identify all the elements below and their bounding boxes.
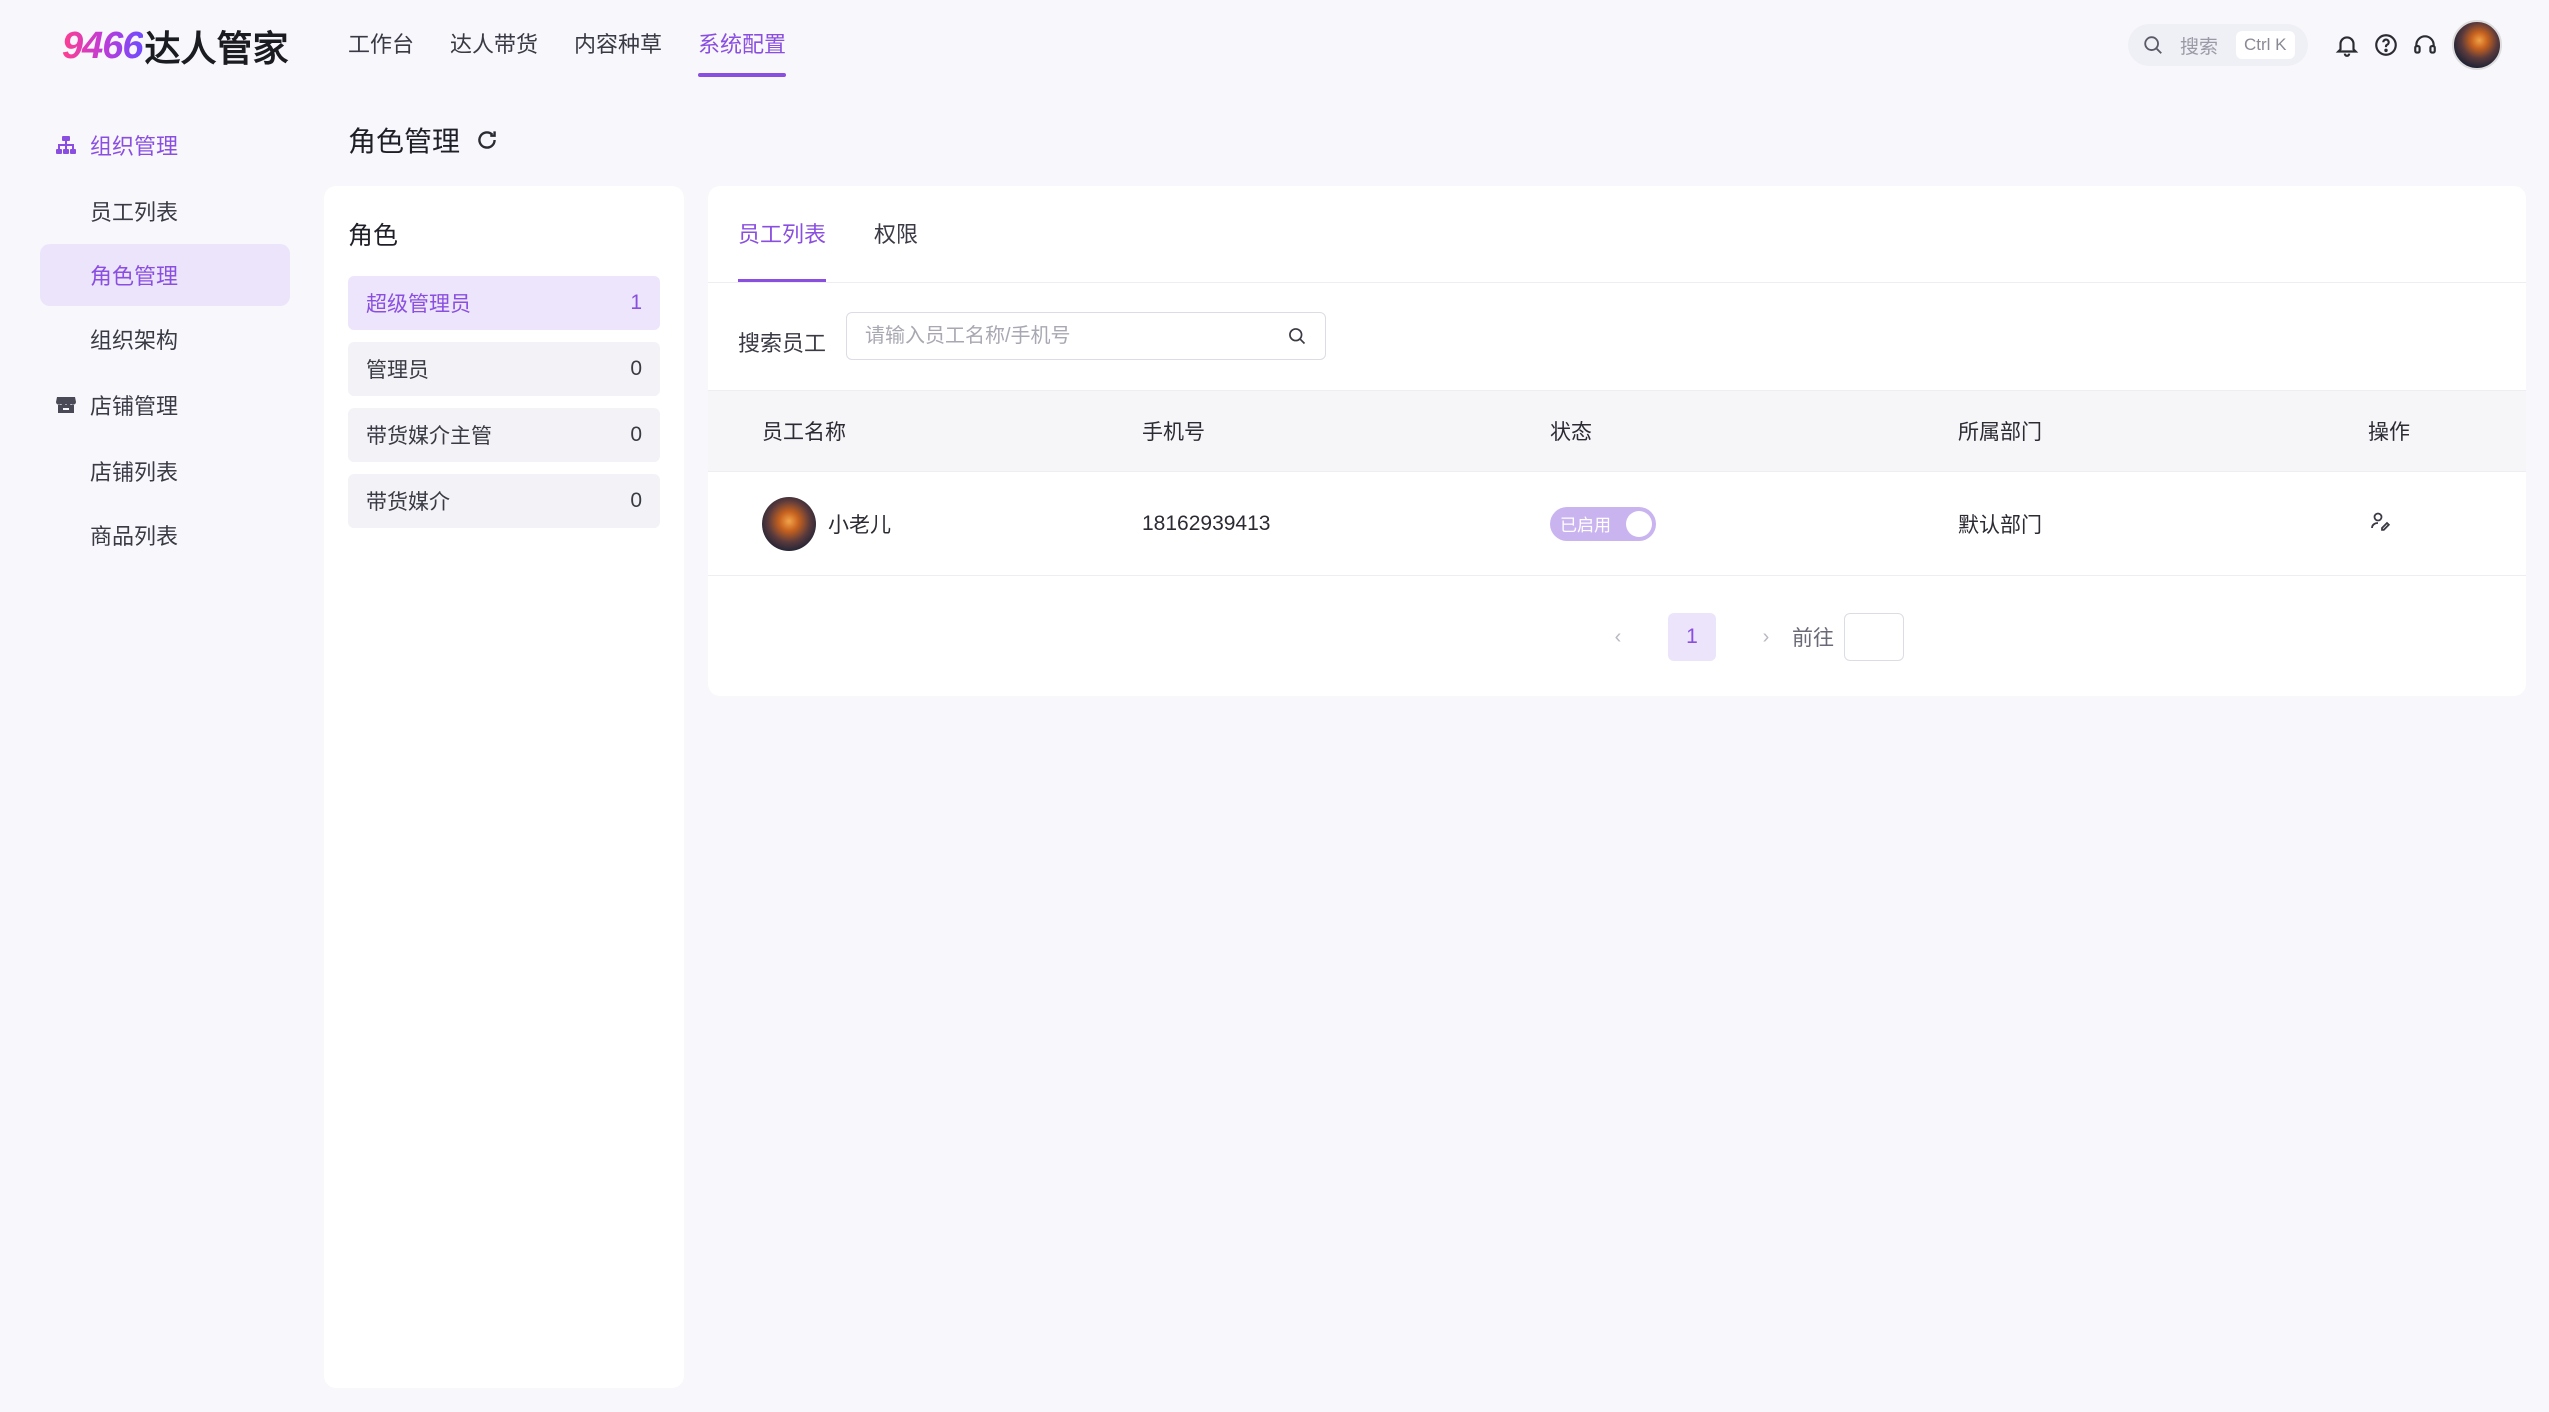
status-toggle-label: 已启用: [1560, 516, 1611, 535]
role-name: 带货媒介: [366, 491, 450, 514]
app-logo[interactable]: 9466 达人管家: [62, 22, 289, 70]
bell-icon[interactable]: [2334, 32, 2360, 58]
employee-cell: 小老儿: [762, 496, 891, 551]
nav-item-workbench[interactable]: 工作台: [348, 0, 414, 92]
role-name: 管理员: [366, 359, 429, 382]
column-header-department: 所属部门: [1958, 421, 2042, 444]
tabs: 员工列表 权限: [738, 186, 966, 282]
role-item-super-admin[interactable]: 超级管理员 1: [348, 276, 660, 330]
nav-item-content-seeding[interactable]: 内容种草: [574, 0, 662, 92]
actions-cell: [2368, 509, 2392, 539]
sidebar-group-label: 店铺管理: [90, 394, 179, 419]
sidebar-item-employee-list[interactable]: 员工列表: [40, 180, 290, 242]
sidebar: 组织管理 员工列表 角色管理 组织架构 店铺管理 店铺列表 商品列表: [40, 112, 290, 568]
sidebar-group-org[interactable]: 组织管理: [40, 112, 290, 178]
role-item-admin[interactable]: 管理员 0: [348, 342, 660, 396]
goto-label: 前往: [1792, 627, 1834, 650]
sidebar-item-role-management[interactable]: 角色管理: [40, 244, 290, 306]
user-avatar[interactable]: [2452, 20, 2502, 70]
page-title-text: 角色管理: [348, 126, 461, 157]
top-nav: 工作台 达人带货 内容种草 系统配置: [348, 0, 822, 92]
page-title: 角色管理: [348, 118, 500, 162]
role-count: 1: [630, 291, 642, 314]
role-count: 0: [630, 489, 642, 512]
column-header-actions: 操作: [2368, 421, 2410, 444]
logo-text: 达人管家: [144, 28, 289, 69]
role-count: 0: [630, 357, 642, 380]
refresh-icon[interactable]: [474, 127, 500, 153]
role-name: 超级管理员: [366, 293, 471, 316]
search-employee-box: [846, 312, 1326, 360]
employee-department: 默认部门: [1958, 513, 2042, 537]
roles-panel: 角色 超级管理员 1 管理员 0 带货媒介主管 0 带货媒介 0: [324, 186, 684, 1388]
pagination: ‹ 1 › 前往: [976, 612, 2526, 662]
role-item-media-supervisor[interactable]: 带货媒介主管 0: [348, 408, 660, 462]
search-icon: [2144, 36, 2162, 54]
tab-permissions[interactable]: 权限: [874, 186, 918, 282]
nav-item-system-config[interactable]: 系统配置: [698, 0, 787, 92]
search-icon[interactable]: [1287, 326, 1307, 346]
table-header: 员工名称 手机号 状态 所属部门 操作: [708, 390, 2526, 472]
sidebar-group-store[interactable]: 店铺管理: [40, 372, 290, 438]
tab-employee-list[interactable]: 员工列表: [738, 186, 827, 282]
role-item-media[interactable]: 带货媒介 0: [348, 474, 660, 528]
prev-page-button[interactable]: ‹: [1598, 626, 1638, 649]
status-toggle[interactable]: 已启用: [1550, 506, 1656, 541]
column-header-phone: 手机号: [1142, 421, 1205, 444]
role-list: 超级管理员 1 管理员 0 带货媒介主管 0 带货媒介 0: [348, 276, 660, 540]
main-panel: 员工列表 权限 搜索员工 员工名称 手机号 状态 所属部门 操作 小老儿 181…: [708, 186, 2526, 696]
column-header-name: 员工名称: [762, 421, 846, 444]
sidebar-item-org-structure[interactable]: 组织架构: [40, 308, 290, 370]
column-header-status: 状态: [1550, 421, 1592, 444]
table-row: 小老儿 18162939413 已启用 默认部门: [708, 472, 2526, 576]
search-employee-label: 搜索员工: [738, 331, 827, 356]
top-bar: 9466 达人管家 工作台 达人带货 内容种草 系统配置 搜索 Ctrl K: [0, 0, 2549, 92]
store-icon: [56, 397, 76, 413]
help-icon[interactable]: [2373, 32, 2399, 58]
status-cell: 已启用: [1550, 506, 1656, 541]
employee-table: 员工名称 手机号 状态 所属部门 操作 小老儿 18162939413 已启用 …: [708, 390, 2526, 576]
search-shortcut: Ctrl K: [2236, 31, 2295, 59]
next-page-button[interactable]: ›: [1746, 626, 1786, 649]
employee-phone: 18162939413: [1142, 511, 1271, 535]
page-number-button[interactable]: 1: [1668, 613, 1716, 661]
role-name: 带货媒介主管: [366, 425, 492, 448]
toggle-knob: [1626, 510, 1652, 537]
goto-page-input[interactable]: [1844, 613, 1904, 661]
tabs-divider: [708, 282, 2526, 283]
nav-item-influencer-sales[interactable]: 达人带货: [450, 0, 538, 92]
global-search[interactable]: 搜索 Ctrl K: [2128, 24, 2308, 66]
sidebar-item-store-list[interactable]: 店铺列表: [40, 440, 290, 502]
sidebar-group-label: 组织管理: [90, 134, 179, 159]
roles-title: 角色: [348, 222, 399, 250]
sidebar-item-product-list[interactable]: 商品列表: [40, 504, 290, 566]
employee-avatar: [762, 496, 816, 551]
org-chart-icon: [56, 136, 76, 154]
user-edit-icon[interactable]: [2368, 509, 2392, 533]
headset-icon[interactable]: [2412, 32, 2438, 58]
logo-number: 9466: [62, 24, 144, 67]
role-count: 0: [630, 423, 642, 446]
search-employee-input[interactable]: [865, 324, 1287, 348]
search-label: 搜索: [2180, 36, 2219, 58]
employee-name: 小老儿: [828, 513, 891, 537]
